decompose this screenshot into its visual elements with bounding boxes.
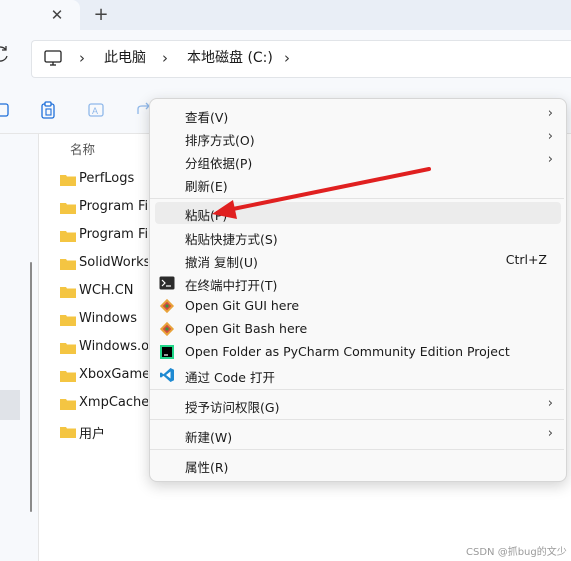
watermark-text: CSDN @抓bug的文少 (466, 547, 567, 558)
annotation-arrow (212, 167, 431, 219)
